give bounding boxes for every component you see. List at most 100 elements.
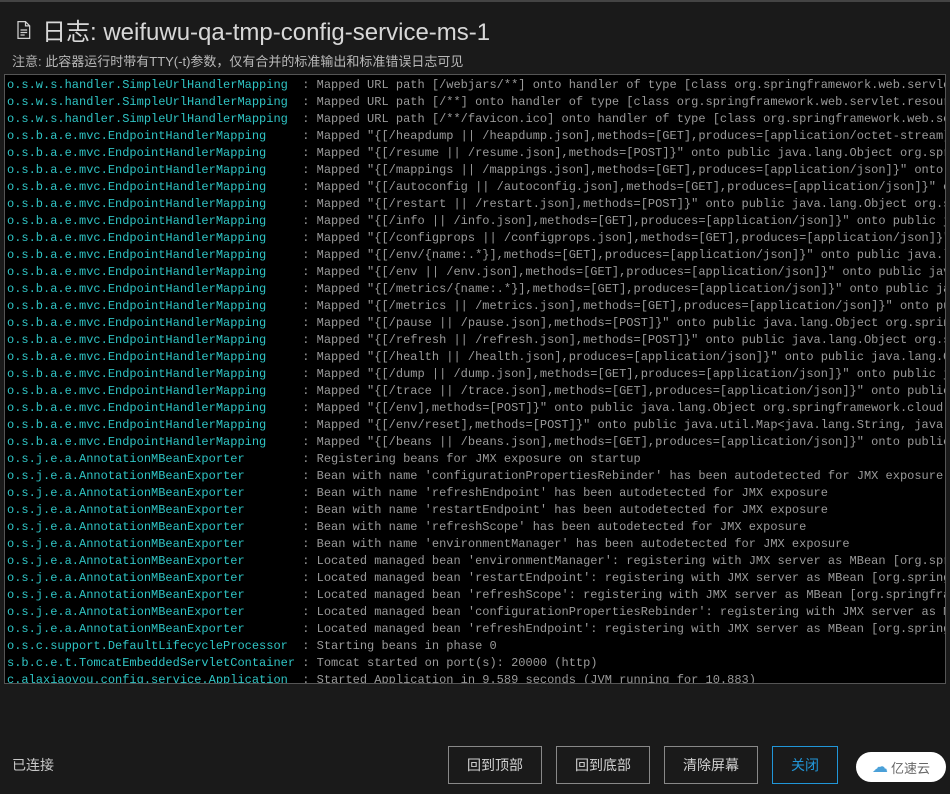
log-source: o.s.b.a.e.mvc.EndpointHandlerMapping xyxy=(7,248,302,262)
log-line: o.s.b.a.e.mvc.EndpointHandlerMapping : M… xyxy=(7,196,945,213)
log-output[interactable]: o.s.w.s.handler.SimpleUrlHandlerMapping … xyxy=(5,75,945,683)
log-message: : Mapped URL path [/**/favicon.ico] onto… xyxy=(302,112,945,126)
log-message: : Mapped "{[/health || /health.json],pro… xyxy=(302,350,945,364)
log-source: o.s.b.a.e.mvc.EndpointHandlerMapping xyxy=(7,163,302,177)
log-message: : Located managed bean 'refreshScope': r… xyxy=(302,588,945,602)
log-source: o.s.b.a.e.mvc.EndpointHandlerMapping xyxy=(7,214,302,228)
log-source: o.s.b.a.e.mvc.EndpointHandlerMapping xyxy=(7,197,302,211)
log-line: o.s.b.a.e.mvc.EndpointHandlerMapping : M… xyxy=(7,434,945,451)
log-line: o.s.b.a.e.mvc.EndpointHandlerMapping : M… xyxy=(7,162,945,179)
log-line: o.s.b.a.e.mvc.EndpointHandlerMapping : M… xyxy=(7,145,945,162)
log-line: o.s.b.a.e.mvc.EndpointHandlerMapping : M… xyxy=(7,298,945,315)
log-message: : Mapped URL path [/**] onto handler of … xyxy=(302,95,945,109)
log-header: 日志: weifuwu-qa-tmp-config-service-ms-1 注… xyxy=(0,0,950,72)
log-message: : Mapped "{[/env],methods=[POST]}" onto … xyxy=(302,401,945,415)
log-source: o.s.b.a.e.mvc.EndpointHandlerMapping xyxy=(7,231,302,245)
cloud-icon: ☁ xyxy=(872,757,888,777)
log-source: o.s.j.e.a.AnnotationMBeanExporter xyxy=(7,554,302,568)
log-line: o.s.w.s.handler.SimpleUrlHandlerMapping … xyxy=(7,94,945,111)
log-panel: o.s.w.s.handler.SimpleUrlHandlerMapping … xyxy=(4,74,946,684)
log-message: : Mapped "{[/refresh || /refresh.json],m… xyxy=(302,333,945,347)
log-line: o.s.b.a.e.mvc.EndpointHandlerMapping : M… xyxy=(7,332,945,349)
log-source: o.s.b.a.e.mvc.EndpointHandlerMapping xyxy=(7,265,302,279)
log-message: : Tomcat started on port(s): 20000 (http… xyxy=(302,656,597,670)
log-source: o.s.j.e.a.AnnotationMBeanExporter xyxy=(7,503,302,517)
log-message: : Located managed bean 'refreshEndpoint'… xyxy=(302,622,945,636)
brand-text: 亿速云 xyxy=(891,758,930,777)
log-message: : Mapped "{[/heapdump || /heapdump.json]… xyxy=(302,129,945,143)
log-source: o.s.j.e.a.AnnotationMBeanExporter xyxy=(7,469,302,483)
log-line: o.s.b.a.e.mvc.EndpointHandlerMapping : M… xyxy=(7,264,945,281)
log-message: : Mapped "{[/autoconfig || /autoconfig.j… xyxy=(302,180,945,194)
log-message: : Mapped "{[/env || /env.json],methods=[… xyxy=(302,265,945,279)
scroll-bottom-button[interactable]: 回到底部 xyxy=(556,746,650,784)
log-source: o.s.j.e.a.AnnotationMBeanExporter xyxy=(7,622,302,636)
log-message: : Mapped URL path [/webjars/**] onto han… xyxy=(302,78,945,92)
subtitle-row: 注意: 此容器运行时带有TTY(-t)参数，仅有合并的标准输出和标准错误日志可见 xyxy=(12,51,938,70)
log-line: o.s.b.a.e.mvc.EndpointHandlerMapping : M… xyxy=(7,230,945,247)
log-line: o.s.b.a.e.mvc.EndpointHandlerMapping : M… xyxy=(7,366,945,383)
log-line: o.s.j.e.a.AnnotationMBeanExporter : Bean… xyxy=(7,485,945,502)
log-source: o.s.j.e.a.AnnotationMBeanExporter xyxy=(7,486,302,500)
page-title: 日志: weifuwu-qa-tmp-config-service-ms-1 xyxy=(42,12,490,47)
note-text: 此容器运行时带有TTY(-t)参数，仅有合并的标准输出和标准错误日志可见 xyxy=(45,54,463,69)
log-source: o.s.b.a.e.mvc.EndpointHandlerMapping xyxy=(7,418,302,432)
log-line: o.s.w.s.handler.SimpleUrlHandlerMapping … xyxy=(7,111,945,128)
log-message: : Located managed bean 'environmentManag… xyxy=(302,554,945,568)
log-line: o.s.j.e.a.AnnotationMBeanExporter : Loca… xyxy=(7,604,945,621)
log-message: : Mapped "{[/env/{name:.*}],methods=[GET… xyxy=(302,248,945,262)
log-line: o.s.j.e.a.AnnotationMBeanExporter : Bean… xyxy=(7,468,945,485)
title-row: 日志: weifuwu-qa-tmp-config-service-ms-1 xyxy=(12,12,938,47)
log-source: o.s.w.s.handler.SimpleUrlHandlerMapping xyxy=(7,112,302,126)
log-source: o.s.b.a.e.mvc.EndpointHandlerMapping xyxy=(7,350,302,364)
log-source: o.s.b.a.e.mvc.EndpointHandlerMapping xyxy=(7,367,302,381)
log-message: : Bean with name 'restartEndpoint' has b… xyxy=(302,503,828,517)
log-message: : Bean with name 'refreshEndpoint' has b… xyxy=(302,486,828,500)
log-source: o.s.b.a.e.mvc.EndpointHandlerMapping xyxy=(7,401,302,415)
log-message: : Located managed bean 'restartEndpoint'… xyxy=(302,571,945,585)
log-message: : Mapped "{[/metrics || /metrics.json],m… xyxy=(302,299,945,313)
log-line: o.s.j.e.a.AnnotationMBeanExporter : Bean… xyxy=(7,502,945,519)
log-source: o.s.b.a.e.mvc.EndpointHandlerMapping xyxy=(7,316,302,330)
scroll-top-button[interactable]: 回到顶部 xyxy=(448,746,542,784)
clear-screen-button[interactable]: 清除屏幕 xyxy=(664,746,758,784)
log-line: o.s.j.e.a.AnnotationMBeanExporter : Loca… xyxy=(7,570,945,587)
log-source: s.b.c.e.t.TomcatEmbeddedServletContainer xyxy=(7,656,302,670)
log-source: o.s.j.e.a.AnnotationMBeanExporter xyxy=(7,571,302,585)
log-line: o.s.j.e.a.AnnotationMBeanExporter : Loca… xyxy=(7,621,945,638)
log-message: : Started Application in 9.589 seconds (… xyxy=(302,673,756,683)
log-source: o.s.w.s.handler.SimpleUrlHandlerMapping xyxy=(7,95,302,109)
log-line: o.s.w.s.handler.SimpleUrlHandlerMapping … xyxy=(7,77,945,94)
title-prefix: 日志: xyxy=(42,19,97,46)
log-source: o.s.b.a.e.mvc.EndpointHandlerMapping xyxy=(7,384,302,398)
log-message: : Bean with name 'configurationPropertie… xyxy=(302,469,943,483)
log-message: : Mapped "{[/trace || /trace.json],metho… xyxy=(302,384,945,398)
log-message: : Mapped "{[/beans || /beans.json],metho… xyxy=(302,435,945,449)
document-icon xyxy=(12,19,34,41)
log-message: : Mapped "{[/metrics/{name:.*}],methods=… xyxy=(302,282,945,296)
close-button[interactable]: 关闭 xyxy=(772,746,838,784)
log-line: o.s.b.a.e.mvc.EndpointHandlerMapping : M… xyxy=(7,247,945,264)
log-message: : Bean with name 'refreshScope' has been… xyxy=(302,520,806,534)
log-source: o.s.b.a.e.mvc.EndpointHandlerMapping xyxy=(7,333,302,347)
log-line: o.s.b.a.e.mvc.EndpointHandlerMapping : M… xyxy=(7,315,945,332)
log-message: : Mapped "{[/info || /info.json],methods… xyxy=(302,214,945,228)
log-source: o.s.w.s.handler.SimpleUrlHandlerMapping xyxy=(7,78,302,92)
log-source: o.s.b.a.e.mvc.EndpointHandlerMapping xyxy=(7,282,302,296)
log-line: c.alaxiaoyou.config.service.Application … xyxy=(7,672,945,683)
log-source: o.s.j.e.a.AnnotationMBeanExporter xyxy=(7,537,302,551)
connection-status: 已连接 xyxy=(12,755,448,775)
log-source: o.s.j.e.a.AnnotationMBeanExporter xyxy=(7,520,302,534)
log-line: o.s.b.a.e.mvc.EndpointHandlerMapping : M… xyxy=(7,281,945,298)
log-source: o.s.j.e.a.AnnotationMBeanExporter xyxy=(7,588,302,602)
log-source: o.s.j.e.a.AnnotationMBeanExporter xyxy=(7,452,302,466)
log-message: : Mapped "{[/configprops || /configprops… xyxy=(302,231,945,245)
log-line: o.s.b.a.e.mvc.EndpointHandlerMapping : M… xyxy=(7,417,945,434)
brand-badge: ☁ 亿速云 xyxy=(856,752,946,782)
log-line: s.b.c.e.t.TomcatEmbeddedServletContainer… xyxy=(7,655,945,672)
note-label: 注意: xyxy=(12,54,42,69)
log-message: : Starting beans in phase 0 xyxy=(302,639,496,653)
log-line: o.s.j.e.a.AnnotationMBeanExporter : Bean… xyxy=(7,519,945,536)
title-name: weifuwu-qa-tmp-config-service-ms-1 xyxy=(103,19,490,46)
log-message: : Registering beans for JMX exposure on … xyxy=(302,452,640,466)
